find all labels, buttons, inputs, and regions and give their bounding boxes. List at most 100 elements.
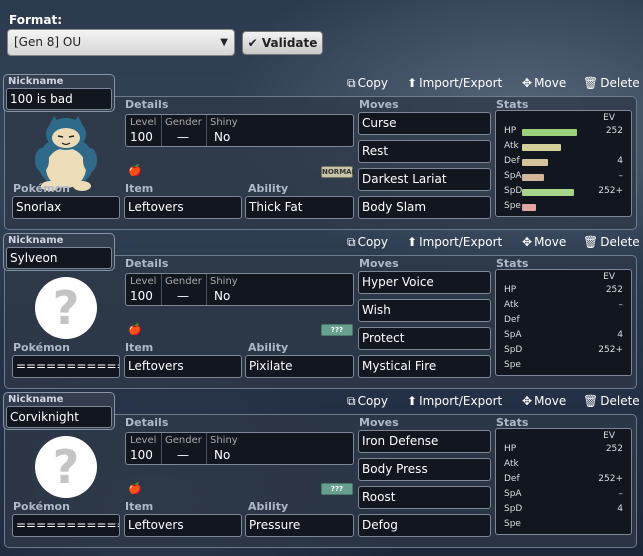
- shiny-field: Shiny No: [210, 115, 250, 146]
- stat-name: Atk: [504, 300, 519, 310]
- moves-label: Moves: [359, 98, 399, 111]
- stat-bar: [522, 189, 574, 196]
- stats-button[interactable]: EV HP 252 Atk Def 252+ SpA – SpD 4 Spe: [495, 428, 632, 535]
- ability-label: Ability: [248, 182, 289, 195]
- details-divider: [206, 433, 207, 464]
- nickname-input[interactable]: 100 is bad: [6, 88, 112, 110]
- stat-row-atk: Atk: [496, 141, 631, 155]
- type-badge: NORMAL: [321, 166, 357, 178]
- stat-row-hp: HP 252: [496, 444, 631, 458]
- pokemon-input[interactable]: ===========: [12, 355, 120, 378]
- move-input-2[interactable]: Wish: [358, 299, 491, 322]
- import-export-button[interactable]: ⬆ Import/Export: [407, 394, 502, 410]
- stats-button[interactable]: EV HP 252 Atk Def 4 SpA – SpD 252+ Spe: [495, 110, 632, 217]
- move-input-4[interactable]: Mystical Fire: [358, 355, 491, 378]
- details-button[interactable]: Level 100 Gender — Shiny No: [125, 273, 354, 306]
- copy-label: Copy: [357, 394, 389, 408]
- delete-label: Delete: [600, 76, 640, 90]
- item-input[interactable]: Leftovers: [124, 196, 242, 219]
- gender-field: Gender —: [165, 433, 205, 464]
- import-export-button[interactable]: ⬆ Import/Export: [407, 235, 502, 251]
- validate-label: Validate: [261, 36, 318, 50]
- level-value: 100: [130, 130, 153, 144]
- import-export-button[interactable]: ⬆ Import/Export: [407, 76, 502, 92]
- move-input-3[interactable]: Roost: [358, 486, 491, 509]
- move-button[interactable]: ✥ Move: [522, 394, 566, 410]
- details-divider: [161, 433, 162, 464]
- move-input-1[interactable]: Iron Defense: [358, 430, 491, 453]
- trash-icon: 🗑: [583, 394, 599, 408]
- copy-button[interactable]: ⧉ Copy: [347, 394, 388, 410]
- snorlax-sprite-icon: [35, 116, 97, 191]
- details-button[interactable]: Level 100 Gender — Shiny No: [125, 114, 354, 147]
- move-input-3[interactable]: Darkest Lariat: [358, 168, 491, 191]
- nickname-label: Nickname: [8, 76, 64, 87]
- move-button[interactable]: ✥ Move: [522, 76, 566, 92]
- copy-button[interactable]: ⧉ Copy: [347, 235, 388, 251]
- shiny-value: No: [214, 448, 231, 462]
- move-input-1[interactable]: Hyper Voice: [358, 271, 491, 294]
- details-label: Details: [125, 416, 169, 429]
- move-input-4[interactable]: Body Slam: [358, 196, 491, 219]
- format-select[interactable]: [Gen 8] OU ▼: [7, 29, 235, 56]
- stat-ev-value: 252+: [598, 186, 623, 196]
- details-divider: [206, 274, 207, 305]
- nickname-input[interactable]: Corviknight: [6, 406, 112, 428]
- move-input-1[interactable]: Curse: [358, 112, 491, 135]
- stat-ev-value: 4: [617, 156, 623, 166]
- move-input-3[interactable]: Protect: [358, 327, 491, 350]
- stat-name: Spe: [504, 201, 521, 211]
- move-input-2[interactable]: Body Press: [358, 458, 491, 481]
- details-divider: [161, 274, 162, 305]
- ability-input[interactable]: Thick Fat: [245, 196, 354, 219]
- pokemon-input[interactable]: ===========: [12, 514, 120, 537]
- delete-button[interactable]: 🗑 Delete: [583, 235, 640, 251]
- details-divider: [206, 115, 207, 146]
- copy-button[interactable]: ⧉ Copy: [347, 76, 388, 92]
- stat-row-def: Def 252+: [496, 474, 631, 488]
- ability-input[interactable]: Pixilate: [245, 355, 354, 378]
- item-input[interactable]: Leftovers: [124, 514, 242, 537]
- ability-input[interactable]: Pressure: [245, 514, 354, 537]
- pokemon-input[interactable]: Snorlax: [12, 196, 120, 219]
- import-export-label: Import/Export: [419, 76, 503, 90]
- stat-name: Def: [504, 474, 520, 484]
- stat-ev-value: 252+: [598, 345, 623, 355]
- pokemon-label: Pokémon: [13, 341, 70, 354]
- nickname-input[interactable]: Sylveon: [6, 247, 112, 269]
- ev-header: EV: [603, 272, 615, 282]
- delete-button[interactable]: 🗑 Delete: [583, 394, 640, 410]
- chevron-down-icon: ▼: [220, 37, 228, 48]
- stat-name: SpA: [504, 330, 522, 340]
- stats-button[interactable]: EV HP 252 Atk – Def SpA 4 SpD 252+ Spe: [495, 269, 632, 376]
- stat-bar: [522, 144, 561, 151]
- nickname-box: Nickname 100 is bad: [3, 74, 115, 112]
- nickname-label: Nickname: [8, 235, 64, 246]
- pokemon-set-1: Nickname 100 is bad ⧉ Copy ⬆ Import/Export…: [0, 74, 643, 233]
- validate-button[interactable]: ✔ Validate: [242, 31, 323, 55]
- item-input[interactable]: Leftovers: [124, 355, 242, 378]
- stat-row-hp: HP 252: [496, 285, 631, 299]
- stat-name: SpA: [504, 489, 522, 499]
- copy-label: Copy: [357, 235, 389, 249]
- details-button[interactable]: Level 100 Gender — Shiny No: [125, 432, 354, 465]
- delete-button[interactable]: 🗑 Delete: [583, 76, 640, 92]
- stat-row-atk: Atk: [496, 459, 631, 473]
- nickname-label: Nickname: [8, 394, 64, 405]
- details-divider: [161, 115, 162, 146]
- move-input-4[interactable]: Defog: [358, 514, 491, 537]
- stat-row-atk: Atk –: [496, 300, 631, 314]
- stat-name: Def: [504, 315, 520, 325]
- stat-row-spd: SpD 252+: [496, 186, 631, 200]
- stat-name: SpD: [504, 186, 523, 196]
- stat-bar: [522, 129, 577, 136]
- leftovers-item-icon: 🍎: [128, 482, 142, 495]
- stat-ev-value: –: [618, 300, 624, 310]
- stat-ev-value: –: [618, 171, 624, 181]
- moves-label: Moves: [359, 257, 399, 270]
- stat-name: Def: [504, 156, 520, 166]
- level-value: 100: [130, 448, 153, 462]
- move-button[interactable]: ✥ Move: [522, 235, 566, 251]
- stat-row-def: Def 4: [496, 156, 631, 170]
- move-input-2[interactable]: Rest: [358, 140, 491, 163]
